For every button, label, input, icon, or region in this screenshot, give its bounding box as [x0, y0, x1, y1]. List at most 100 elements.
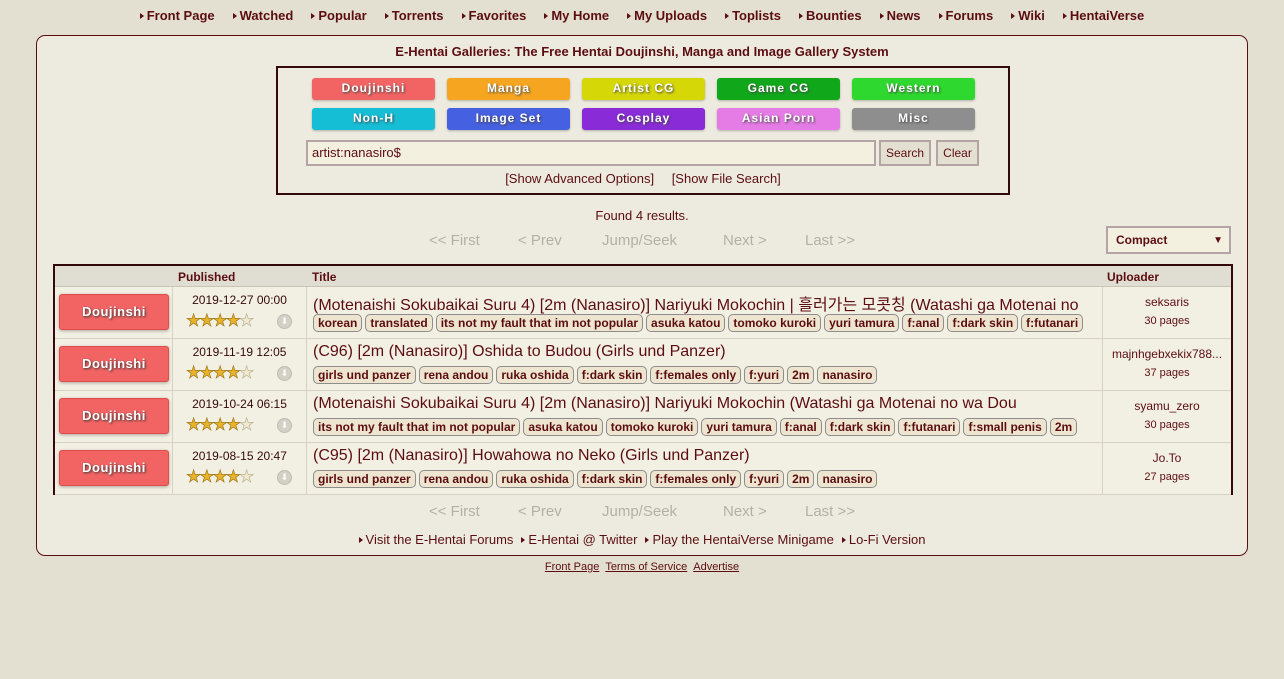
tag-f-yuri[interactable]: f:yuri	[744, 366, 785, 384]
category-button-doujinshi[interactable]: Doujinshi	[312, 78, 435, 100]
nav-item-toplists[interactable]: Toplists	[725, 0, 781, 23]
tag-f-yuri[interactable]: f:yuri	[744, 470, 785, 488]
bottom-link-advertise[interactable]: Advertise	[693, 561, 739, 573]
tag-girls-und-panzer[interactable]: girls und panzer	[313, 366, 416, 384]
pager-prev[interactable]: < Prev	[518, 503, 562, 520]
category-button-non-h[interactable]: Non-H	[312, 108, 435, 130]
tag-nanasiro[interactable]: nanasiro	[817, 470, 878, 488]
tag-asuka-katou[interactable]: asuka katou	[523, 418, 603, 436]
tag-f-futanari[interactable]: f:futanari	[898, 418, 961, 436]
footer-link-e-hentai-twitter[interactable]: E-Hentai @ Twitter	[521, 532, 637, 547]
tag-f-dark-skin[interactable]: f:dark skin	[576, 470, 648, 488]
gallery-title-link[interactable]: (Motenaishi Sokubaikai Suru 4) [2m (Nana…	[313, 395, 1017, 413]
show-file-search-link[interactable]: [Show File Search]	[672, 171, 781, 186]
uploader-link[interactable]: Jo.To	[1103, 451, 1231, 465]
tag-f-anal[interactable]: f:anal	[779, 418, 822, 436]
category-button-manga[interactable]: Manga	[447, 78, 570, 100]
pager-first[interactable]: << First	[429, 503, 480, 520]
download-icon[interactable]: ⬇	[277, 366, 292, 381]
uploader-link[interactable]: majnhgebxekix788...	[1103, 347, 1231, 361]
tag-nanasiro[interactable]: nanasiro	[817, 366, 878, 384]
pager-jump[interactable]: Jump/Seek	[602, 232, 677, 249]
tag-2m[interactable]: 2m	[1049, 418, 1078, 436]
footer-link-lo-fi-version[interactable]: Lo-Fi Version	[841, 532, 925, 547]
tag-translated[interactable]: translated	[365, 314, 433, 332]
tag-its-not-my-fault-that-im-not-popular[interactable]: its not my fault that im not popular	[435, 314, 644, 332]
tag-f-females-only[interactable]: f:females only	[650, 470, 742, 488]
footer-link-visit-the-e-hentai-forums[interactable]: Visit the E-Hentai Forums	[358, 532, 513, 547]
download-icon[interactable]: ⬇	[277, 470, 292, 485]
tag-f-females-only[interactable]: f:females only	[650, 366, 742, 384]
clear-button[interactable]: Clear	[936, 140, 979, 166]
footer-link-play-the-hentaiverse-minigame[interactable]: Play the HentaiVerse Minigame	[645, 532, 834, 547]
category-badge[interactable]: Doujinshi	[59, 398, 169, 434]
tag-2m[interactable]: 2m	[787, 470, 815, 488]
category-badge[interactable]: Doujinshi	[59, 346, 169, 382]
category-badge[interactable]: Doujinshi	[59, 294, 169, 330]
pager-first[interactable]: << First	[429, 232, 480, 249]
category-button-western[interactable]: Western	[852, 78, 975, 100]
display-mode-select[interactable]: Compact ▼	[1106, 226, 1231, 254]
category-button-artist-cg[interactable]: Artist CG	[582, 78, 705, 100]
tag-korean[interactable]: korean	[313, 314, 363, 332]
tag-f-anal[interactable]: f:anal	[902, 314, 945, 332]
uploader-link[interactable]: syamu_zero	[1103, 399, 1231, 413]
tag-asuka-katou[interactable]: asuka katou	[646, 314, 726, 332]
show-advanced-options-link[interactable]: [Show Advanced Options]	[505, 171, 654, 186]
category-button-image-set[interactable]: Image Set	[447, 108, 570, 130]
tag-f-small-penis[interactable]: f:small penis	[963, 418, 1047, 436]
tag-its-not-my-fault-that-im-not-popular[interactable]: its not my fault that im not popular	[313, 418, 521, 436]
tag-ruka-oshida[interactable]: ruka oshida	[496, 366, 574, 384]
nav-item-news[interactable]: News	[879, 0, 921, 23]
tag-tomoko-kuroki[interactable]: tomoko kuroki	[728, 314, 822, 332]
nav-item-watched[interactable]: Watched	[232, 0, 293, 23]
table-row: Doujinshi 2019-10-24 06:15 ★★★★★ ⬇ (Motenais…	[55, 391, 1231, 443]
nav-item-front-page[interactable]: Front Page	[139, 0, 215, 23]
tag-tomoko-kuroki[interactable]: tomoko kuroki	[605, 418, 699, 436]
tag-rena-andou[interactable]: rena andou	[418, 366, 494, 384]
nav-item-torrents[interactable]: Torrents	[384, 0, 444, 23]
category-button-game-cg[interactable]: Game CG	[717, 78, 840, 100]
tag-yuri-tamura[interactable]: yuri tamura	[701, 418, 777, 436]
pager-prev[interactable]: < Prev	[518, 232, 562, 249]
bottom-link-front-page[interactable]: Front Page	[545, 561, 599, 573]
nav-item-wiki[interactable]: Wiki	[1011, 0, 1045, 23]
nav-item-forums[interactable]: Forums	[938, 0, 993, 23]
tag-rena-andou[interactable]: rena andou	[418, 470, 494, 488]
nav-item-bounties[interactable]: Bounties	[798, 0, 862, 23]
pager-jump[interactable]: Jump/Seek	[602, 503, 677, 520]
uploader-link[interactable]: seksaris	[1103, 295, 1231, 309]
pager-last[interactable]: Last >>	[805, 232, 855, 249]
search-button[interactable]: Search	[879, 140, 931, 166]
tag-2m[interactable]: 2m	[787, 366, 815, 384]
published-cell: 2019-08-15 20:47 ★★★★★ ⬇	[173, 443, 307, 495]
gallery-title-link[interactable]: (Motenaishi Sokubaikai Suru 4) [2m (Nana…	[313, 291, 1079, 315]
download-icon[interactable]: ⬇	[277, 314, 292, 329]
tag-f-dark-skin[interactable]: f:dark skin	[824, 418, 896, 436]
nav-item-favorites[interactable]: Favorites	[461, 0, 526, 23]
tag-f-futanari[interactable]: f:futanari	[1021, 314, 1084, 332]
category-button-asian-porn[interactable]: Asian Porn	[717, 108, 840, 130]
category-button-cosplay[interactable]: Cosplay	[582, 108, 705, 130]
tag-yuri-tamura[interactable]: yuri tamura	[824, 314, 900, 332]
triangle-right-icon	[232, 13, 237, 19]
tag-girls-und-panzer[interactable]: girls und panzer	[313, 470, 416, 488]
nav-item-my-uploads[interactable]: My Uploads	[627, 0, 707, 23]
nav-item-hentaiverse[interactable]: HentaiVerse	[1062, 0, 1144, 23]
gallery-title-link[interactable]: (C96) [2m (Nanasiro)] Oshida to Budou (G…	[313, 343, 726, 361]
pager-next[interactable]: Next >	[723, 232, 767, 249]
star-icon: ★	[186, 415, 202, 434]
tag-f-dark-skin[interactable]: f:dark skin	[947, 314, 1019, 332]
search-input[interactable]: artist:nanasiro$	[306, 140, 876, 166]
pager-next[interactable]: Next >	[723, 503, 767, 520]
pager-last[interactable]: Last >>	[805, 503, 855, 520]
bottom-link-terms-of-service[interactable]: Terms of Service	[605, 561, 687, 573]
tag-f-dark-skin[interactable]: f:dark skin	[576, 366, 648, 384]
nav-item-popular[interactable]: Popular	[311, 0, 367, 23]
nav-item-my-home[interactable]: My Home	[544, 0, 609, 23]
category-badge[interactable]: Doujinshi	[59, 450, 169, 486]
gallery-title-link[interactable]: (C95) [2m (Nanasiro)] Howahowa no Neko (…	[313, 447, 750, 465]
category-button-misc[interactable]: Misc	[852, 108, 975, 130]
download-icon[interactable]: ⬇	[277, 418, 292, 433]
tag-ruka-oshida[interactable]: ruka oshida	[496, 470, 574, 488]
